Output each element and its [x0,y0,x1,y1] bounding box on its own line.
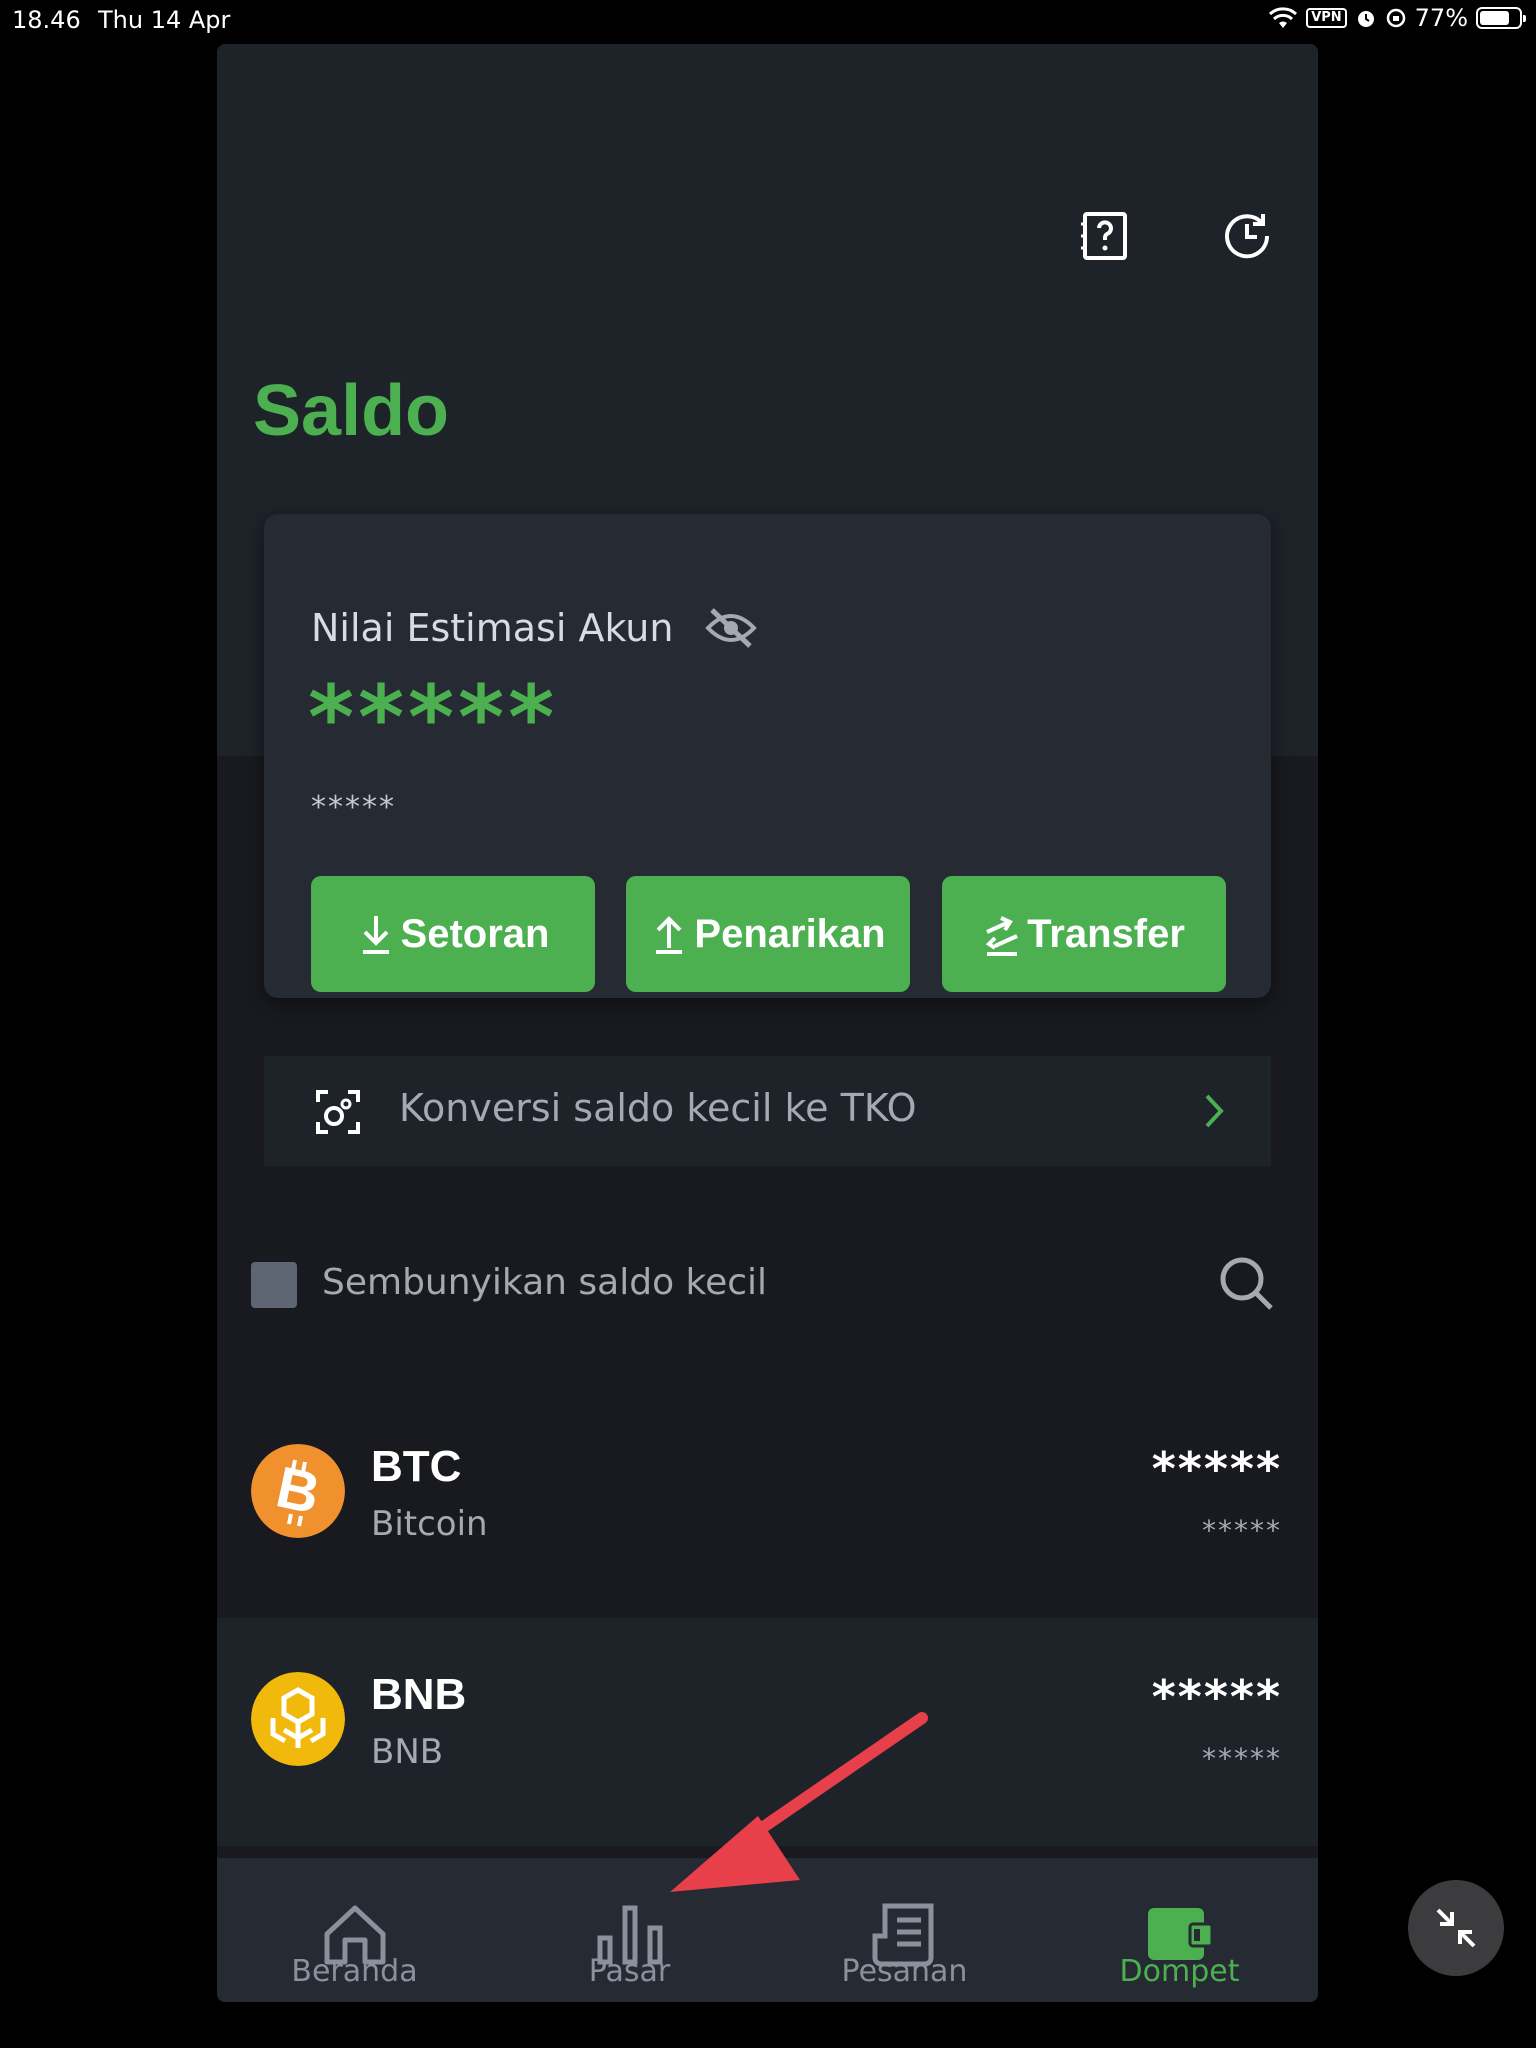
exit-fullscreen-button[interactable] [1408,1880,1504,1976]
bitcoin-logo-icon: B [251,1444,345,1538]
withdraw-button[interactable]: Penarikan [626,876,910,992]
hide-small-balance-checkbox[interactable] [251,1262,297,1308]
battery-icon [1476,7,1526,29]
balance-card: Nilai Estimasi Akun ***** ***** Setoran … [264,514,1271,998]
asset-symbol: BTC [371,1442,462,1491]
hide-small-balance-label: Sembunyikan saldo kecil [322,1262,768,1303]
deposit-button[interactable]: Setoran [311,876,595,992]
estimated-value-fiat: ***** [311,790,396,825]
search-icon[interactable] [1217,1254,1275,1312]
vpn-badge: VPN [1306,8,1347,28]
bnb-logo-icon [251,1672,345,1766]
shrink-arrows-icon [1436,1908,1476,1948]
wifi-icon [1269,7,1298,28]
upload-arrow-icon [656,916,683,954]
orientation-lock-icon [1386,8,1405,28]
nav-label: Beranda [291,1954,418,1989]
nav-label: Pesanan [841,1954,968,1989]
chevron-right-icon [1205,1094,1224,1128]
status-date: Thu 14 Apr [98,6,231,34]
alarm-icon [1357,11,1374,27]
asset-balance: ***** [1151,1670,1282,1724]
estimated-value: ***** [308,666,559,769]
status-bar: 18.46 Thu 14 Apr VPN 77% [0,0,1536,40]
asset-balance-fiat: ***** [1202,1514,1282,1547]
asset-name: BNB [371,1732,444,1772]
transfer-label: Transfer [1027,911,1185,956]
convert-scan-icon [316,1090,360,1134]
estimated-value-label: Nilai Estimasi Akun [311,606,674,650]
asset-row-btc[interactable]: B BTC Bitcoin ***** ***** [217,1390,1318,1618]
convert-small-balance-banner[interactable]: Konversi saldo kecil ke TKO [264,1056,1271,1166]
asset-name: Bitcoin [371,1504,488,1544]
annotation-arrow-icon [670,1712,928,1892]
battery-fill [1480,11,1510,25]
nav-label: Dompet [1119,1954,1240,1989]
asset-balance-fiat: ***** [1202,1742,1282,1775]
withdraw-label: Penarikan [694,911,886,956]
nav-item-beranda[interactable]: Beranda [217,1858,492,2002]
status-right: VPN 77% [1268,4,1526,32]
download-arrow-icon [362,916,389,954]
history-icon[interactable] [1219,208,1275,264]
asset-symbol: BNB [371,1670,467,1719]
convert-text: Konversi saldo kecil ke TKO [399,1086,917,1130]
status-time: 18.46 [12,6,81,34]
deposit-label: Setoran [400,911,550,956]
nav-item-dompet[interactable]: Dompet [1042,1858,1317,2002]
help-document-icon[interactable] [1077,208,1133,264]
page-title: Saldo [253,371,450,451]
battery-percent: 77% [1414,4,1468,32]
transfer-button[interactable]: Transfer [942,876,1226,992]
transfer-icon [985,916,1018,956]
asset-balance: ***** [1151,1442,1282,1496]
nav-label: Pasar [588,1954,671,1989]
hide-eye-icon[interactable] [704,606,758,650]
